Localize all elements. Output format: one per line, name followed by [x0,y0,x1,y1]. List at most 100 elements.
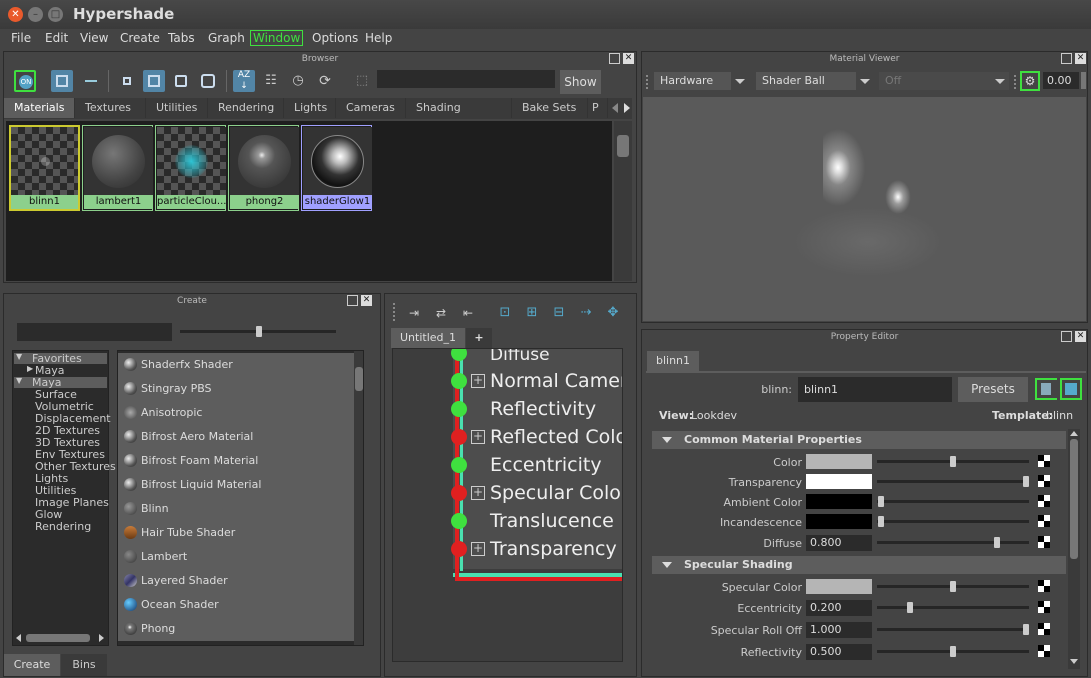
diffuse-field[interactable]: 0.800 [806,535,872,551]
material-viewport[interactable] [643,97,1086,321]
shader-item[interactable]: Hair Tube Shader [118,521,354,545]
close-panel-icon[interactable]: ✕ [1075,53,1086,64]
color-slider[interactable] [877,456,1029,467]
tab-create[interactable]: Create [4,654,60,676]
environment-dropdown[interactable]: Off [879,72,1009,90]
specular-color-swatch[interactable] [806,579,872,594]
input-port[interactable] [451,457,467,473]
shader-item[interactable]: Bifrost Liquid Material [118,473,354,497]
tab-materials[interactable]: Materials [4,98,75,118]
input-port[interactable] [451,401,467,417]
sort-by-time-icon[interactable]: ◷ [287,70,309,92]
float-panel-icon[interactable] [1061,331,1072,342]
menu-tabs[interactable]: Tabs [168,31,195,45]
view-list-icon[interactable] [80,70,102,92]
xlarge-swatch-icon[interactable] [197,70,219,92]
focus-icon[interactable] [1060,378,1082,400]
create-search-input[interactable] [17,323,172,341]
tab-textures[interactable]: Textures [75,98,146,118]
template-value[interactable]: blinn [1046,409,1073,422]
expand-attr-icon[interactable]: + [471,486,485,500]
expand-attr-icon[interactable]: + [471,430,485,444]
expand-maya-icon[interactable]: ▼ [16,376,22,385]
color-swatch[interactable] [806,454,872,469]
menu-file[interactable]: File [11,31,31,45]
tab-scroll-left-icon[interactable] [612,103,618,113]
input-output-connections-icon[interactable]: ⇄ [430,302,452,324]
tab-lights[interactable]: Lights [284,98,336,118]
shader-item[interactable]: Layered Shader [118,569,354,593]
shader-item[interactable]: Lambert [118,545,354,569]
map-button-icon[interactable] [1038,495,1050,507]
input-port[interactable] [451,541,467,557]
map-button-icon[interactable] [1038,455,1050,467]
tab-utilities[interactable]: Utilities [146,98,208,118]
incandescence-swatch[interactable] [806,514,872,529]
presets-button[interactable]: Presets [958,377,1028,402]
auto-update-toggle-icon[interactable]: ON [14,70,36,92]
menu-options[interactable]: Options [312,31,358,45]
map-button-icon[interactable] [1038,645,1050,657]
geometry-dropdown[interactable]: Shader Ball [756,72,874,90]
ambient-color-swatch[interactable] [806,494,872,509]
input-port[interactable] [451,485,467,501]
map-button-icon[interactable] [1038,623,1050,635]
add-tab-button[interactable]: + [466,328,492,348]
swatch-shaderglow1[interactable]: shaderGlow1 [301,125,372,211]
reflectivity-slider[interactable] [877,646,1029,657]
renderer-dropdown[interactable]: Hardware [654,72,749,90]
tree-rendering[interactable]: Rendering [35,520,91,533]
shader-item[interactable]: Shaderfx Shader [118,353,354,377]
swatch-lambert1[interactable]: lambert1 [82,125,153,211]
diffuse-slider[interactable] [877,537,1029,548]
graph-pin-icon[interactable]: ✥ [602,302,624,324]
tab-rendering[interactable]: Rendering [208,98,284,118]
specular-color-slider[interactable] [877,581,1029,592]
property-scrollbar[interactable] [1068,429,1080,669]
tab-cameras[interactable]: Cameras [336,98,406,118]
input-port[interactable] [451,513,467,529]
specular-rolloff-slider[interactable] [877,624,1029,635]
tab-blinn1[interactable]: blinn1 [647,351,699,371]
exposure-icon[interactable]: ⚙ [1020,71,1040,91]
incandescence-slider[interactable] [877,516,1029,527]
section-common-material[interactable]: Common Material Properties [652,431,1066,449]
shader-item[interactable]: Phong [118,617,354,641]
swatch-phong2[interactable]: phong2 [228,125,299,211]
input-port[interactable] [451,373,467,389]
eccentricity-slider[interactable] [877,602,1029,613]
frame-icon[interactable]: ⬚ [351,70,373,92]
input-connections-icon[interactable]: ⇥ [403,302,425,324]
graph-layout-icon[interactable]: ⇢ [575,302,597,324]
close-panel-icon[interactable]: ✕ [1075,331,1086,342]
float-panel-icon[interactable] [609,53,620,64]
menu-window[interactable]: Window [250,30,304,46]
shader-scrollbar[interactable] [354,351,363,645]
close-window-icon[interactable]: ✕ [8,7,23,22]
menu-graph[interactable]: Graph [208,31,245,45]
specular-rolloff-field[interactable]: 1.000 [806,622,872,638]
sort-by-name-icon[interactable]: AZ ↓ [233,70,255,92]
map-button-icon[interactable] [1038,601,1050,613]
output-connections-icon[interactable]: ⇤ [457,302,479,324]
map-button-icon[interactable] [1038,536,1050,548]
shader-item[interactable]: Bifrost Aero Material [118,425,354,449]
tab-bins[interactable]: Bins [61,654,107,676]
tab-scroll-right-icon[interactable] [624,103,630,113]
graph-add-icon[interactable]: ⊞ [521,302,543,324]
transparency-swatch[interactable] [806,474,872,489]
expand-attr-icon[interactable]: + [471,374,485,388]
swatch-particlecloud[interactable]: particleClou... [155,125,226,211]
tab-bake-sets[interactable]: Bake Sets [512,98,588,118]
shader-item[interactable]: Bifrost Foam Material [118,449,354,473]
menu-edit[interactable]: Edit [45,31,68,45]
node-name-field[interactable]: blinn1 [798,377,952,402]
float-panel-icon[interactable] [1061,53,1072,64]
exposure-field[interactable]: 0.00 [1043,72,1079,89]
refresh-icon[interactable]: ⟳ [314,70,336,92]
shader-item[interactable]: Anisotropic [118,401,354,425]
input-port[interactable] [451,429,467,445]
tree-hscrollbar[interactable] [14,632,107,644]
transparency-slider[interactable] [877,476,1029,487]
maximize-window-icon[interactable]: □ [48,7,63,22]
